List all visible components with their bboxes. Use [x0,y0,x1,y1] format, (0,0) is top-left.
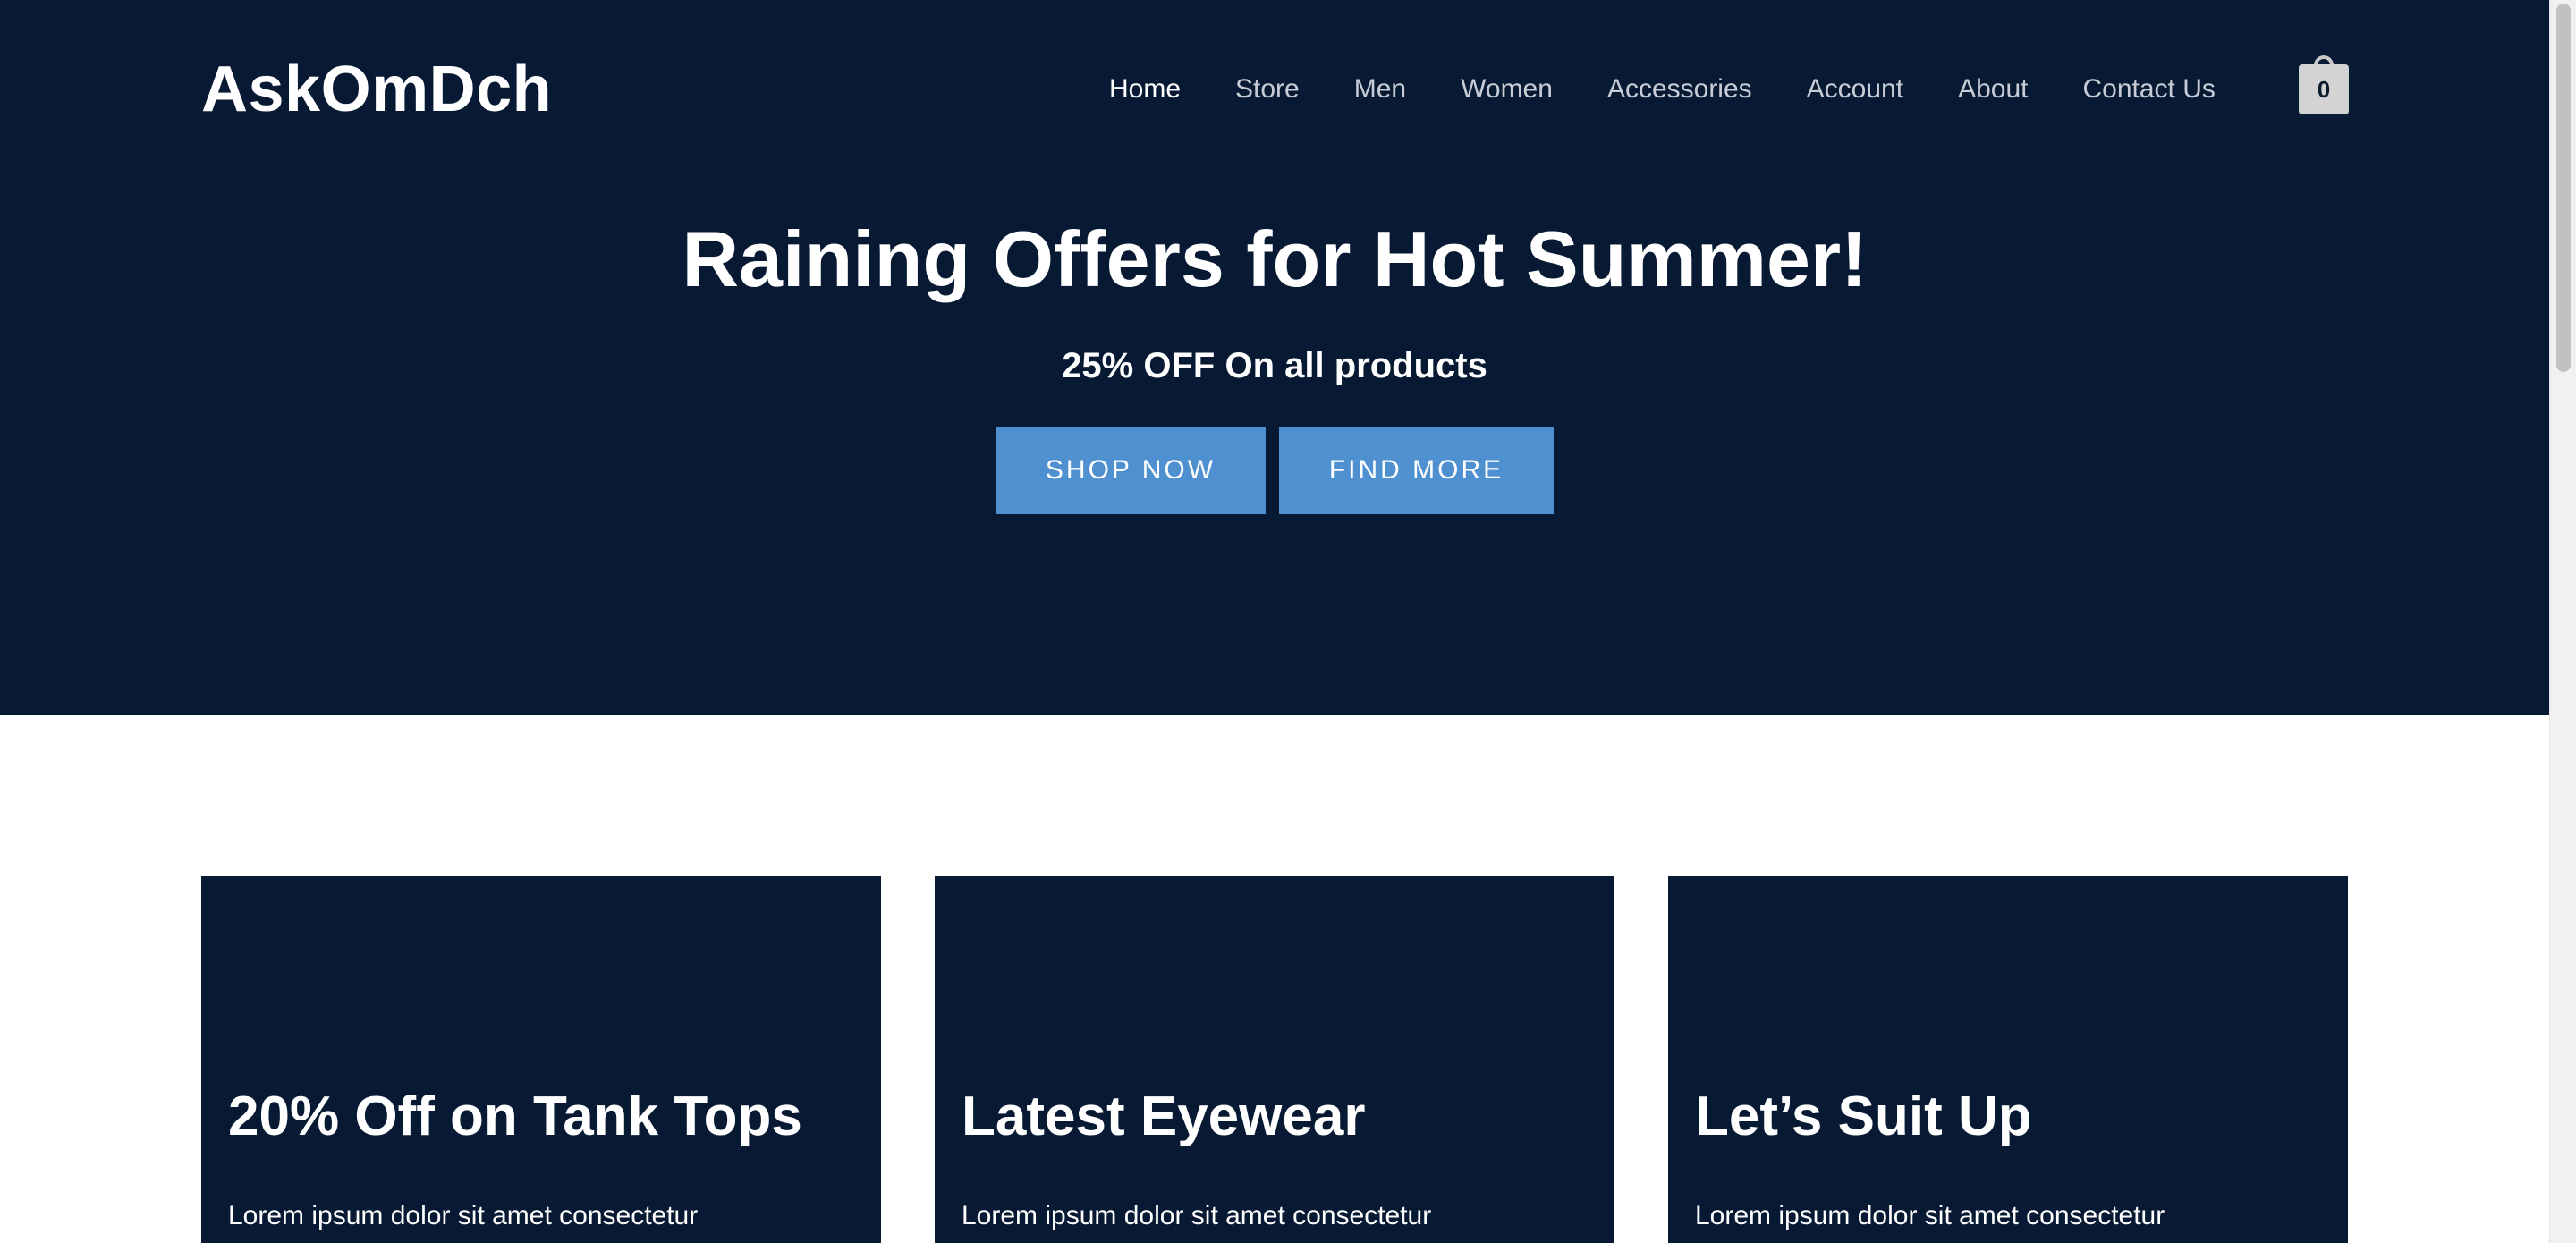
nav-item-accessories[interactable]: Accessories [1607,70,1752,109]
main-nav: Home Store Men Women Accessories Account… [1109,70,2216,109]
nav-item-about[interactable]: About [1958,70,2028,109]
vertical-scrollbar[interactable] [2549,0,2576,1243]
nav-item-contact-us[interactable]: Contact Us [2082,70,2215,109]
nav-item-store[interactable]: Store [1235,70,1300,109]
scrollbar-thumb[interactable] [2556,4,2571,372]
promo-card[interactable]: Latest Eyewear [935,876,1614,1243]
promo-card-title: Let’s Suit Up [1695,1086,2032,1147]
promo-card-title: 20% Off on Tank Tops [228,1086,802,1147]
cart-button[interactable]: 0 [2299,54,2349,116]
nav-item-men[interactable]: Men [1354,70,1406,109]
nav-item-home[interactable]: Home [1109,70,1181,109]
hero-section: AskOmDch Home Store Men Women Accessorie… [0,0,2549,715]
find-more-button[interactable]: FIND MORE [1279,427,1554,514]
cart-count: 0 [2299,64,2349,114]
shop-now-button[interactable]: SHOP NOW [996,427,1266,514]
promo-card[interactable]: 20% Off on Tank Tops [201,876,881,1243]
hero-title: Raining Offers for Hot Summer! [682,215,1868,303]
site-logo[interactable]: AskOmDch [201,52,552,127]
nav-item-women[interactable]: Women [1461,70,1553,109]
nav-item-account[interactable]: Account [1807,70,1903,109]
page: AskOmDch Home Store Men Women Accessorie… [0,0,2549,1243]
hero-subtitle: 25% OFF On all products [1062,346,1487,385]
promo-card-text: Lorem ipsum dolor sit amet consectetur [228,1201,699,1230]
promo-card-text: Lorem ipsum dolor sit amet consectetur [962,1201,1432,1230]
promo-card-text: Lorem ipsum dolor sit amet consectetur [1695,1201,2165,1230]
promo-card-title: Latest Eyewear [962,1086,1366,1147]
promo-card[interactable]: Let’s Suit Up [1668,876,2348,1243]
